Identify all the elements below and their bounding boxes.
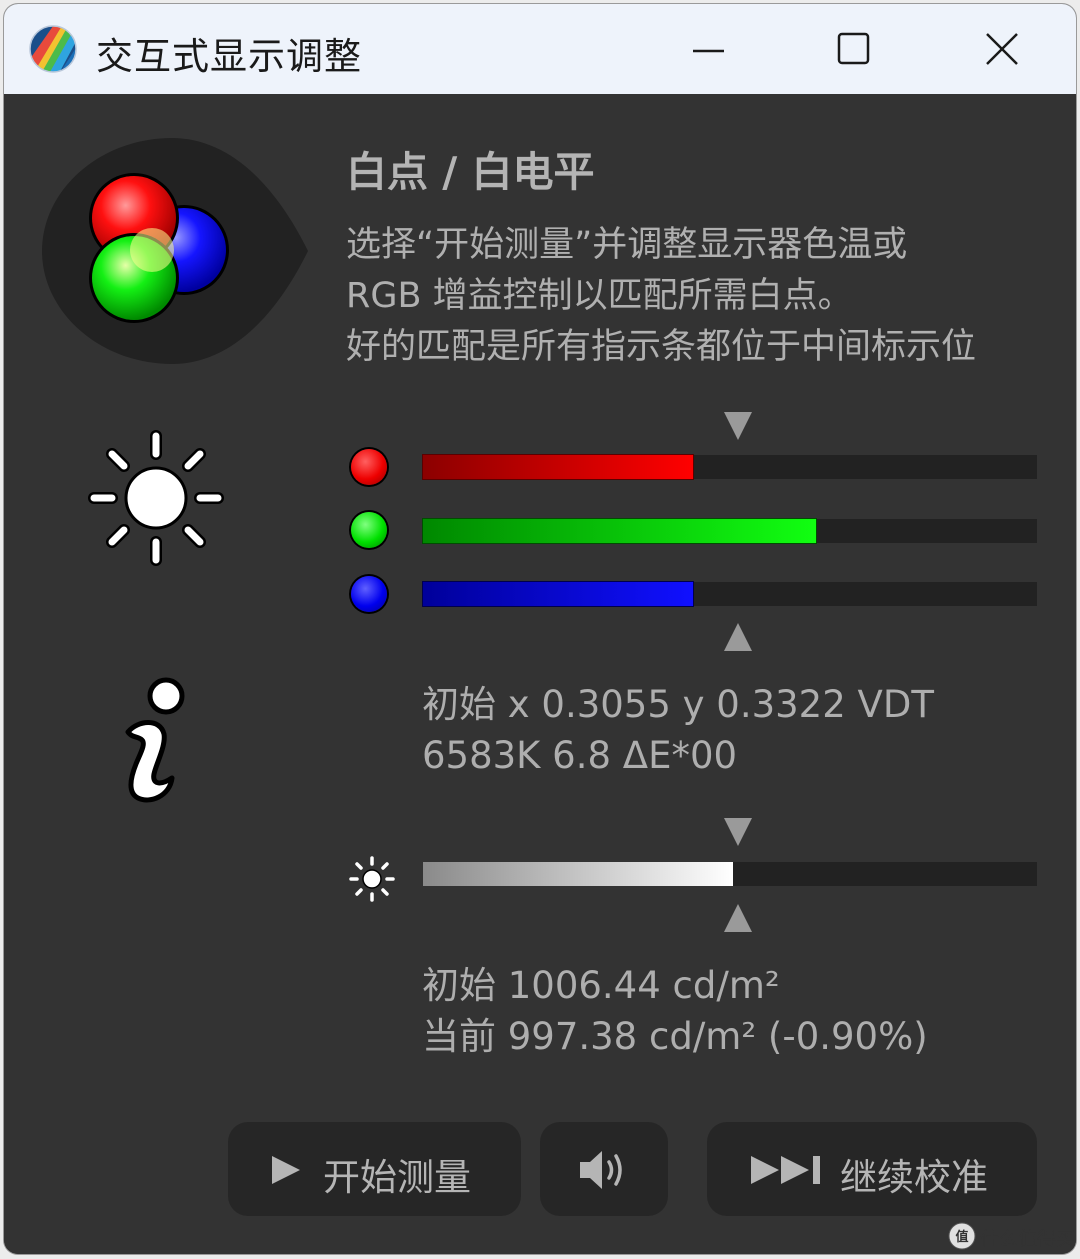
blue-channel-bar xyxy=(422,581,1037,607)
title-bar: 交互式显示调整 xyxy=(4,4,1076,94)
blue-bar-fill xyxy=(422,581,694,607)
app-logo-icon xyxy=(29,25,77,73)
red-bar-fill xyxy=(422,454,694,480)
rgb-target-marker-bottom xyxy=(724,623,752,651)
luminance-target-marker-bottom xyxy=(724,904,752,932)
maximize-button[interactable] xyxy=(822,18,886,80)
watermark-text: 什么值得买 xyxy=(980,1228,1076,1250)
luminance-bar xyxy=(423,862,1037,886)
small-sun-icon xyxy=(349,856,395,902)
watermark-logo-icon: 值 xyxy=(948,1222,976,1250)
close-icon xyxy=(986,33,1018,65)
luminance-initial: 初始 1006.44 cd/m² xyxy=(422,964,780,1007)
white-point-cct: 6583K 6.8 ΔE*00 xyxy=(422,734,738,777)
blue-channel-dot xyxy=(351,576,387,612)
minimize-icon xyxy=(693,49,724,53)
rgb-target-marker-top xyxy=(724,412,752,440)
speaker-icon xyxy=(580,1151,622,1189)
main-panel: 白点 / 白电平 选择“开始测量”并调整显示器色温或 RGB 增益控制以匹配所需… xyxy=(4,94,1076,1254)
rgb-bars-group xyxy=(4,94,1076,654)
maximize-icon xyxy=(837,32,870,65)
play-icon xyxy=(272,1156,300,1184)
sound-toggle-button[interactable] xyxy=(540,1122,668,1216)
red-channel-bar xyxy=(422,454,1037,480)
luminance-bar-fill xyxy=(423,862,733,886)
green-bar-fill xyxy=(422,518,817,544)
skip-forward-icon xyxy=(751,1156,820,1184)
white-point-initial: 初始 x 0.3055 y 0.3322 VDT xyxy=(422,683,934,726)
window-title: 交互式显示调整 xyxy=(96,35,362,78)
green-channel-bar xyxy=(422,518,1037,544)
start-measurement-label: 开始测量 xyxy=(323,1156,471,1199)
info-icon xyxy=(125,677,185,803)
interactive-display-adjustment-window: 交互式显示调整 白点 / 白电平 选择“开始测量”并调整显示器色温或 RGB 增… xyxy=(4,4,1076,1254)
continue-calibration-label: 继续校准 xyxy=(840,1156,988,1199)
red-channel-dot xyxy=(351,449,387,485)
green-channel-dot xyxy=(351,512,387,548)
luminance-target-marker-top xyxy=(724,818,752,846)
continue-calibration-button[interactable]: 继续校准 xyxy=(707,1122,1037,1216)
minimize-button[interactable] xyxy=(676,18,740,80)
luminance-current: 当前 997.38 cd/m² (-0.90%) xyxy=(422,1015,928,1058)
close-button[interactable] xyxy=(970,18,1034,80)
start-measurement-button[interactable]: 开始测量 xyxy=(228,1122,521,1216)
svg-text:值: 值 xyxy=(955,1229,968,1245)
